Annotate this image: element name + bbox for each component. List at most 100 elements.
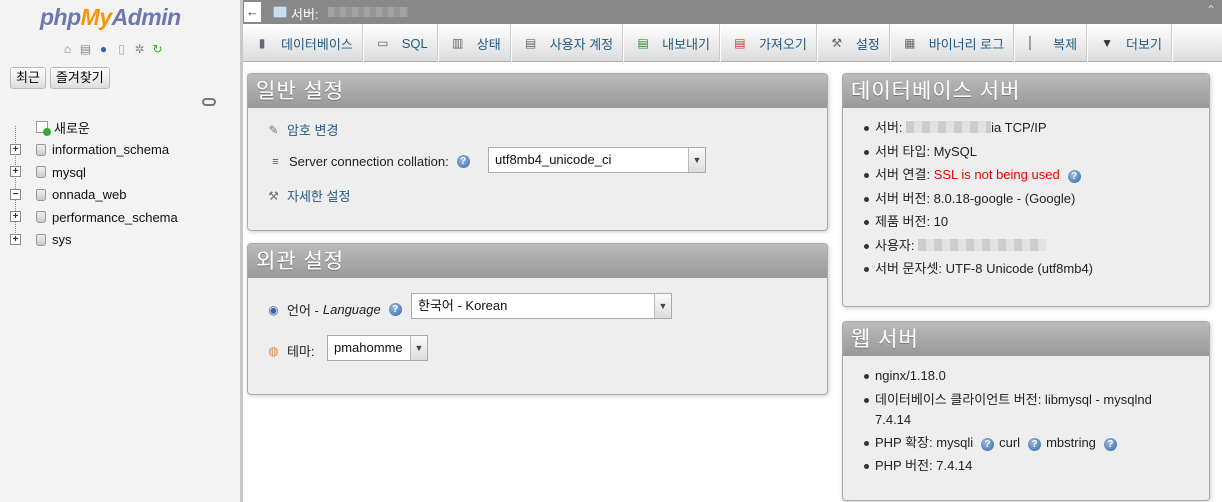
php-ext-mbstring: mbstring <box>1046 434 1096 450</box>
tab-sql[interactable]: ▭ SQL <box>364 24 439 62</box>
list-item: 제품 버전: 10 <box>843 212 1209 236</box>
list-icon: ≡ <box>272 155 279 168</box>
help-icon[interactable]: ? <box>388 303 402 316</box>
appearance-settings-panel: 외관 설정 ◉ 언어 - Language ? 한국어 - Korean ▼ ◍… <box>247 243 828 395</box>
tab-label: 바이너리 로그 <box>928 36 1005 52</box>
tree-item-performance-schema[interactable]: + performance_schema <box>8 206 238 229</box>
gear-icon[interactable]: ✲ <box>132 42 147 57</box>
help-icon[interactable]: ? <box>981 437 995 451</box>
collation-value: utf8mb4_unicode_ci <box>495 152 612 167</box>
tab-label: 사용자 계정 <box>549 36 614 52</box>
chevron-down-icon: ▼ <box>654 294 671 318</box>
help-icon[interactable]: ? <box>1067 170 1081 183</box>
php-ext-label: PHP 확장: <box>875 434 937 450</box>
tab-export[interactable]: ▤ 내보내기 <box>624 24 721 62</box>
sql-icon: ▭ <box>377 36 389 50</box>
language-icon: ◉ <box>268 302 279 317</box>
tree-item-new[interactable]: 새로운 <box>8 116 238 139</box>
database-tree: 새로운 + information_schema + mysql − onnad… <box>8 116 238 251</box>
link-with-main-panel-icon[interactable] <box>202 98 216 106</box>
list-item: 서버: ia TCP/IP <box>843 118 1209 142</box>
tab-label: 데이터베이스 <box>281 36 353 52</box>
tab-label: 더보기 <box>1126 36 1162 52</box>
list-item: 사용자: <box>843 236 1209 260</box>
change-password-link[interactable]: 암호 변경 <box>287 120 338 139</box>
database-icon <box>36 188 46 201</box>
help-icon[interactable]: ? <box>1028 437 1042 451</box>
server-breadcrumb[interactable]: 서버: <box>291 4 319 23</box>
docs-icon[interactable]: ▯ <box>114 42 129 57</box>
home-icon[interactable]: ⌂ <box>60 42 75 57</box>
database-icon <box>36 143 46 156</box>
collapse-icon[interactable]: ⌃ <box>1206 3 1216 17</box>
tab-import[interactable]: ▤ 가져오기 <box>721 24 818 62</box>
tree-item-label[interactable]: onnada_web <box>52 187 126 202</box>
database-icon: ▮ <box>258 36 266 50</box>
tab-binary-log[interactable]: ▦ 바이너리 로그 <box>891 24 1016 62</box>
tree-item-label[interactable]: mysql <box>52 165 86 180</box>
collation-select[interactable]: utf8mb4_unicode_ci ▼ <box>488 147 706 173</box>
chevron-down-icon: ▼ <box>410 336 427 360</box>
tree-item-label[interactable]: information_schema <box>52 142 169 157</box>
tree-item-mysql[interactable]: + mysql <box>8 161 238 184</box>
help-icon[interactable]: ? <box>456 155 470 168</box>
tab-label: 상태 <box>476 36 501 52</box>
collapse-icon[interactable]: − <box>10 188 21 200</box>
tree-item-label[interactable]: performance_schema <box>52 210 178 225</box>
nav-icon-bar: ⌂ ▤ ● ▯ ✲ ↻ <box>60 40 165 58</box>
recent-button[interactable]: 최근 <box>10 67 46 89</box>
database-icon <box>36 233 46 246</box>
favorites-button[interactable]: 즐겨찾기 <box>49 67 110 89</box>
tab-databases[interactable]: ▮ 데이터베이스 <box>243 24 364 62</box>
tab-settings[interactable]: ⚒ 설정 <box>818 24 891 62</box>
binlog-icon: ▦ <box>904 36 916 50</box>
database-icon <box>36 211 46 224</box>
logo-my: My <box>80 4 112 30</box>
help-icon[interactable]: ● <box>96 42 111 57</box>
expand-icon[interactable]: + <box>10 233 21 245</box>
help-icon[interactable]: ? <box>1103 437 1117 451</box>
navigation-panel: phpMyAdmin ⌂ ▤ ● ▯ ✲ ↻ 최근 즐겨찾기 새로운 + inf… <box>0 0 240 502</box>
tree-item-information-schema[interactable]: + information_schema <box>8 139 238 162</box>
client-version: 데이터베이스 클라이언트 버전: libmysql - mysqlnd <box>875 391 1152 407</box>
tab-more[interactable]: ▼ 더보기 <box>1088 24 1173 62</box>
tab-label: 복제 <box>1053 36 1078 52</box>
users-icon: ▤ <box>525 36 537 50</box>
palette-icon: ◍ <box>268 343 279 358</box>
more-settings-link[interactable]: 자세한 설정 <box>287 186 350 205</box>
nav-resize-handle[interactable] <box>240 0 243 502</box>
reload-icon[interactable]: ↻ <box>150 42 165 57</box>
list-item: 서버 버전: 8.0.18-google - (Google) <box>843 189 1209 213</box>
chevron-down-icon: ▼ <box>688 148 705 172</box>
language-select[interactable]: 한국어 - Korean ▼ <box>411 293 672 319</box>
server-suffix: ia TCP/IP <box>991 120 1047 135</box>
theme-select[interactable]: pmahomme ▼ <box>327 335 428 361</box>
tab-replication[interactable]: ▏ 복제 <box>1015 24 1089 62</box>
caret-down-icon: ▼ <box>1101 36 1113 50</box>
back-arrow-icon[interactable]: ← <box>244 2 261 22</box>
tab-status[interactable]: ▥ 상태 <box>439 24 512 62</box>
language-label-italic: Language <box>322 302 381 317</box>
expand-icon[interactable]: + <box>10 143 21 155</box>
expand-icon[interactable]: + <box>10 211 21 222</box>
theme-label: 테마: <box>287 344 315 359</box>
exit-icon[interactable]: ▤ <box>78 42 93 57</box>
web-server-version: nginx/1.18.0 <box>875 368 946 383</box>
tree-item-label[interactable]: 새로운 <box>54 118 90 137</box>
tab-user-accounts[interactable]: ▤ 사용자 계정 <box>512 24 625 62</box>
collation-label: Server connection collation: <box>289 154 449 169</box>
phpmyadmin-logo[interactable]: phpMyAdmin <box>40 4 181 31</box>
server-connection-label: 서버 연결: <box>875 167 934 182</box>
list-item: 서버 연결: SSL is not being used? <box>843 165 1209 189</box>
tree-item-onnada-web[interactable]: − onnada_web <box>8 184 238 207</box>
server-charset: 서버 문자셋: UTF-8 Unicode (utf8mb4) <box>875 261 1094 276</box>
server-breadcrumb-bar: ← 서버: ⌃ <box>243 0 1222 24</box>
panel-title: 일반 설정 <box>248 74 827 108</box>
tree-item-label[interactable]: sys <box>52 232 72 247</box>
theme-value: pmahomme <box>334 340 403 355</box>
web-server-info-list: nginx/1.18.0 데이터베이스 클라이언트 버전: libmysql -… <box>843 366 1209 480</box>
import-icon: ▤ <box>734 36 746 50</box>
expand-icon[interactable]: + <box>10 166 21 177</box>
server-label: 서버: <box>875 120 903 135</box>
tree-item-sys[interactable]: + sys <box>8 229 238 252</box>
